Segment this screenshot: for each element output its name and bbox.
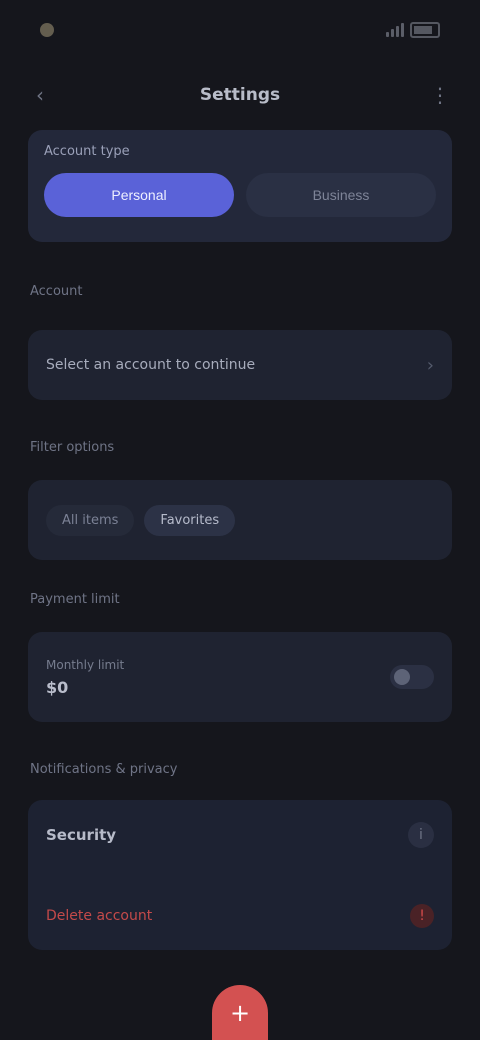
segment-business[interactable]: Business xyxy=(246,173,436,217)
account-type-card: Account type Personal Business xyxy=(28,130,452,242)
segment-personal[interactable]: Personal xyxy=(44,173,234,217)
account-type-label: Account type xyxy=(44,144,130,159)
payment-limit-toggle[interactable] xyxy=(390,665,434,689)
delete-row[interactable]: Delete account ! xyxy=(46,904,434,928)
screen: ‹ Settings ⋮ Account type Personal Busin… xyxy=(0,0,480,1040)
delete-account-link[interactable]: Delete account xyxy=(46,908,152,924)
filter-card: All items Favorites xyxy=(28,480,452,560)
filter-pill-favorites[interactable]: Favorites xyxy=(144,504,236,536)
security-title: Security xyxy=(46,826,117,844)
filter-pill-all[interactable]: All items xyxy=(46,504,135,536)
status-right xyxy=(386,22,440,38)
payment-limit-card[interactable]: Monthly limit $0 xyxy=(28,632,452,722)
account-type-segmented: Personal Business xyxy=(44,173,436,217)
page-title: Settings xyxy=(199,85,281,105)
security-card: Security i Delete account ! xyxy=(28,800,452,950)
payment-limit-value: $0 xyxy=(46,677,69,697)
section-label-danger: Notifications & privacy xyxy=(30,762,178,777)
status-left xyxy=(40,23,60,37)
chevron-right-icon: › xyxy=(426,354,434,376)
section-label-payments: Payment limit xyxy=(30,592,120,607)
fab-button[interactable]: + xyxy=(212,985,268,1040)
battery-icon xyxy=(410,22,440,38)
back-icon[interactable]: ‹ xyxy=(26,81,54,109)
signal-icon xyxy=(386,23,404,37)
top-nav: ‹ Settings ⋮ xyxy=(0,70,480,120)
warning-icon: ! xyxy=(410,904,434,928)
section-label-account: Account xyxy=(30,284,83,299)
account-select[interactable]: Select an account to continue › xyxy=(28,330,452,400)
security-row: Security i xyxy=(46,822,434,848)
status-indicator-icon xyxy=(40,23,54,37)
info-icon[interactable]: i xyxy=(408,822,434,848)
account-select-value: Select an account to continue xyxy=(46,357,256,373)
payment-limit-caption: Monthly limit xyxy=(46,657,125,672)
section-label-filters: Filter options xyxy=(30,440,115,455)
status-bar xyxy=(0,0,480,60)
more-icon[interactable]: ⋮ xyxy=(426,81,454,109)
payment-limit-block: Monthly limit $0 xyxy=(46,658,124,697)
